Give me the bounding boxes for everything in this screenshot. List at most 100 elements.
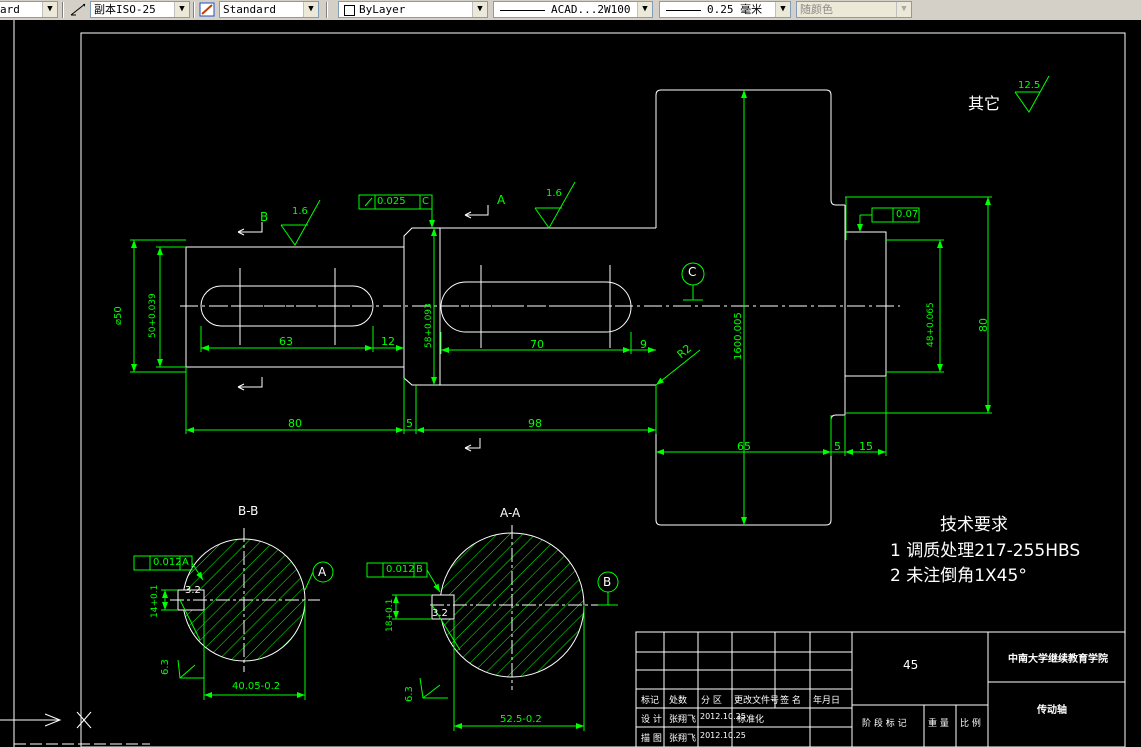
dim-style-value: 副本ISO-25 [94, 3, 156, 16]
dim-18-tol: 18+0.1 [385, 598, 395, 632]
stage-label: 阶 段 标 记 [862, 719, 907, 729]
header-doc: 更改文件号 [734, 696, 780, 706]
tech-requirements-title: 技术要求 [940, 515, 1008, 535]
dim-5b: 5 [834, 440, 841, 453]
linetype-preview-icon [500, 9, 545, 11]
dim-40-05: 40.05-0.2 [232, 681, 281, 692]
toolbar-separator [193, 2, 195, 18]
runout-c-ref: C [422, 196, 429, 207]
section-mark-a: A [497, 193, 506, 207]
datum-b-label: B [603, 575, 612, 589]
chevron-down-icon: ▼ [637, 2, 652, 17]
standardize-label: 标准化 [737, 715, 765, 725]
text-style-dropdown[interactable]: Standard ▼ [219, 1, 319, 18]
header-zone: 分 区 [701, 696, 722, 706]
designer-name: 张翔飞 [669, 715, 697, 725]
tech-requirement-1: 1 调质处理217-255HBS [890, 541, 1081, 561]
dim-style-icon[interactable] [70, 2, 86, 17]
chevron-down-icon: ▼ [472, 2, 487, 17]
school-name: 中南大学继续教育学院 [1008, 654, 1108, 665]
weight-label: 重 量 [928, 719, 949, 729]
surface-finish-1-value: 1.6 [292, 206, 308, 217]
color-swatch-icon [344, 5, 355, 16]
dim-14-tol: 14+0.1 [150, 584, 160, 618]
drafter-label: 描 图 [641, 734, 662, 744]
dim-160-value: 160 [733, 340, 744, 360]
dim-80-horizontal: 80 [288, 417, 302, 430]
header-sign: 签 名 [780, 696, 801, 706]
chevron-down-icon: ▼ [174, 2, 189, 17]
other-finish-value: 12.5 [1018, 80, 1041, 91]
material-label: 45 [903, 658, 919, 672]
shaft-outline [185, 89, 887, 526]
color-dropdown[interactable]: ByLayer ▼ [338, 1, 488, 18]
plot-style-dropdown[interactable]: 随颜色 ▼ [796, 1, 912, 18]
dim-15: 15 [859, 440, 873, 453]
drawing-svg [0, 20, 1126, 747]
finish-6-3-bb: 6.3 [160, 659, 171, 675]
dim-70: 70 [530, 338, 544, 351]
dim-63: 63 [279, 335, 293, 348]
symmetry-ref-b: B [416, 564, 423, 575]
toolbar-separator [326, 2, 328, 18]
dim-3-2-aa: 3.2 [432, 608, 448, 619]
dim-50-tol: 50+0.039 [148, 293, 158, 338]
header-date: 年月日 [813, 696, 841, 706]
other-finish-label: 其它 [968, 94, 1001, 113]
chevron-down-icon: ▼ [303, 2, 318, 17]
dim-12: 12 [381, 335, 395, 348]
dim-160: 1600.005 [733, 312, 744, 360]
symmetry-ref-a: A [182, 557, 189, 568]
dim-160-tol: 0.005 [733, 312, 744, 341]
plot-style-value: 随颜色 [800, 3, 833, 16]
text-style-value: Standard [223, 3, 276, 16]
dim-80-vertical: 80 [977, 318, 990, 332]
properties-toolbar: ard ▼ 副本ISO-25 ▼ Standard ▼ ByLayer ▼ AC… [0, 0, 1141, 21]
toolbar-separator [62, 2, 64, 18]
surface-finish-2-value: 1.6 [546, 188, 562, 199]
symmetry-tol-a: 0.012 [153, 557, 182, 568]
drafter-name: 张翔飞 [669, 734, 697, 744]
dim-98: 98 [528, 417, 542, 430]
workspace-dropdown[interactable]: ard ▼ [0, 1, 58, 18]
linetype-value: ACAD...2W100 [551, 3, 631, 16]
runout-c-tolerance: 0.025 [377, 196, 406, 207]
lineweight-dropdown[interactable]: 0.25 毫米 ▼ [659, 1, 791, 18]
color-value: ByLayer [359, 3, 406, 16]
tech-requirement-2: 2 未注倒角1X45° [890, 566, 1027, 586]
dim-5a: 5 [406, 417, 413, 430]
lineweight-preview-icon [666, 9, 701, 11]
ucs-icon [0, 711, 150, 745]
lineweight-value: 0.25 毫米 [707, 3, 763, 16]
dimension-lines [130, 90, 992, 525]
surface-finish-symbols [280, 75, 1050, 246]
text-style-icon[interactable] [199, 2, 215, 17]
dim-9: 9 [640, 338, 647, 351]
section-markers [237, 205, 489, 452]
dim-48-tol: 48+0.065 [926, 302, 936, 347]
chevron-down-icon: ▼ [42, 2, 57, 17]
dim-style-dropdown[interactable]: 副本ISO-25 ▼ [90, 1, 190, 18]
chevron-down-icon: ▼ [896, 2, 911, 17]
dim-3-2-bb: 3.2 [185, 585, 201, 596]
chevron-down-icon: ▼ [775, 2, 790, 17]
header-mark: 标记 [641, 696, 660, 706]
header-count: 处数 [669, 696, 688, 706]
drawing-canvas[interactable]: 其它 12.5 1.6 1.6 B A C 0.025 C 0.07 ⌀50 5… [0, 20, 1141, 747]
part-name: 传动轴 [1037, 705, 1067, 716]
scale-label: 比 例 [960, 719, 981, 729]
linetype-dropdown[interactable]: ACAD...2W100 ▼ [493, 1, 653, 18]
symmetry-tol-b: 0.012 [386, 564, 415, 575]
section-bb-title: B-B [238, 504, 259, 518]
datum-a-label: A [318, 565, 327, 579]
finish-6-3-aa: 6.3 [404, 686, 415, 702]
dim-58-tol: 58+0.093 [424, 303, 434, 348]
datum-c-label: C [688, 265, 697, 279]
dim-65: 65 [737, 440, 751, 453]
section-mark-b: B [260, 210, 269, 224]
designer-label: 设 计 [641, 715, 662, 725]
workspace-value: ard [0, 3, 20, 16]
dim-phi50: ⌀50 [113, 306, 124, 325]
dim-52-5: 52.5-0.2 [500, 714, 542, 725]
circular-runout-tolerance: 0.07 [896, 209, 919, 220]
